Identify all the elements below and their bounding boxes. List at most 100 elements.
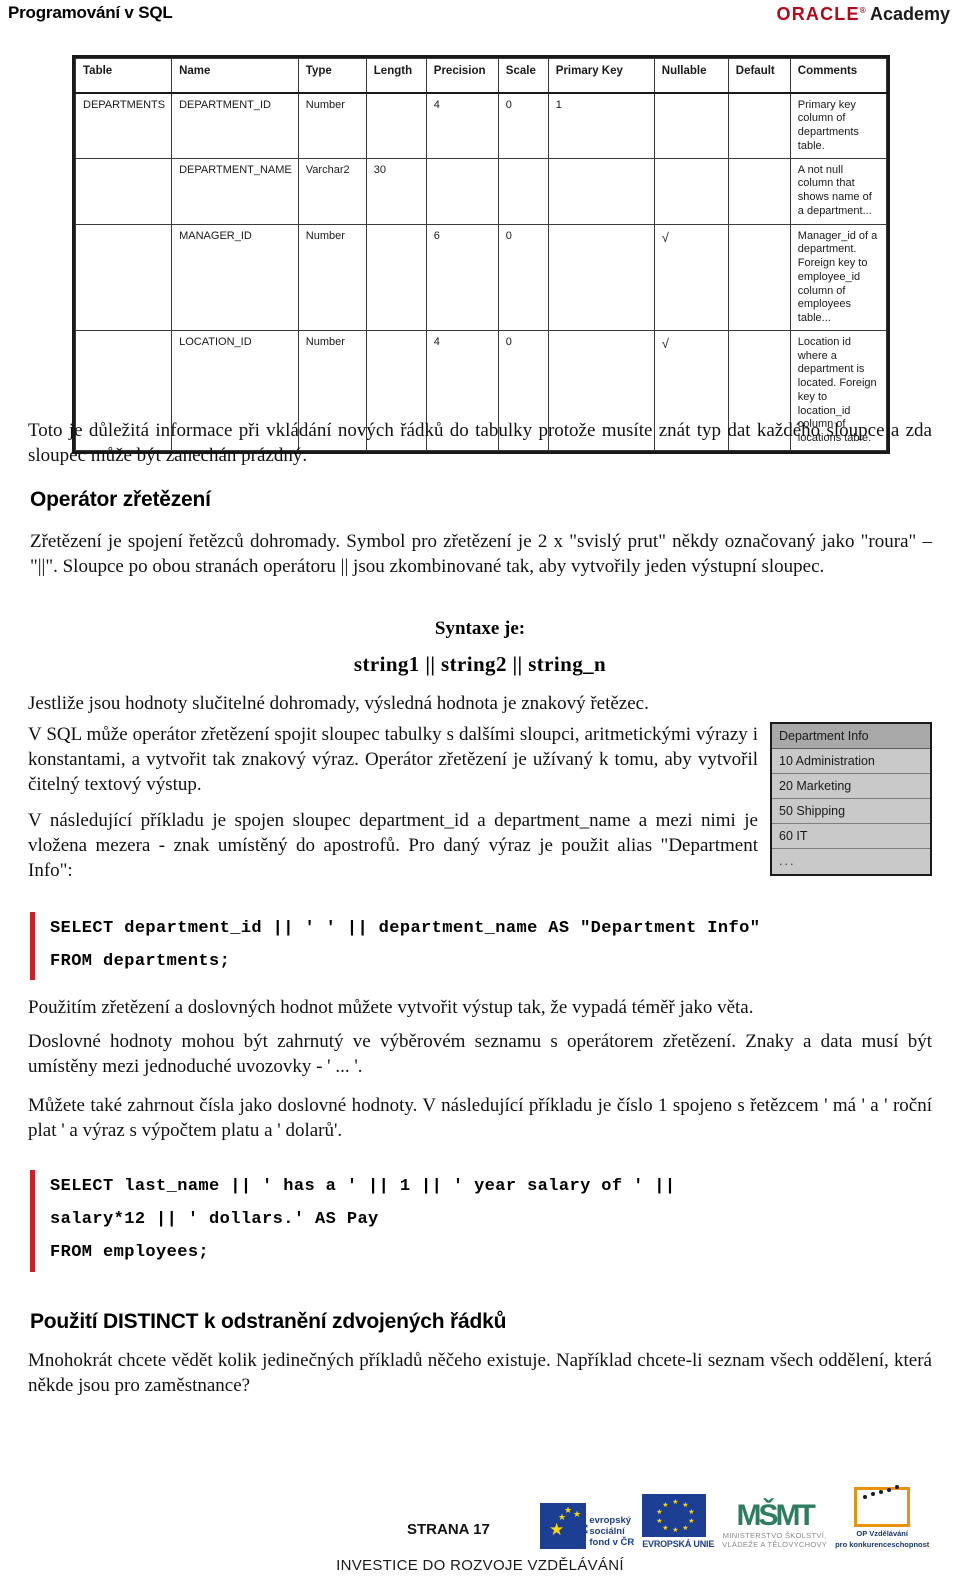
paragraph-after-code-3: Můžete také zahrnout čísla jako doslovné… — [28, 1095, 932, 1142]
column-header-scale: Scale — [497, 58, 549, 94]
academy-wordmark: Academy — [869, 4, 950, 24]
cell-nullable — [653, 92, 729, 159]
paragraph-concat-2: Jestliže jsou hodnoty slučitelné dohroma… — [28, 693, 649, 714]
cell-length — [365, 92, 427, 159]
cell-name: DEPARTMENT_ID — [171, 92, 299, 159]
page-number: STRANA 17 — [407, 1521, 490, 1538]
paragraph-distinct: Mnohokrát chcete vědět kolik jedinečných… — [28, 1350, 932, 1397]
code-line: SELECT last_name || ' has a ' || 1 || ' … — [50, 1177, 676, 1196]
result-header-cell: Department Info — [772, 724, 930, 749]
cell-default — [727, 157, 791, 225]
cell-precision: 4 — [425, 92, 499, 159]
column-header-default: Default — [727, 58, 791, 94]
cell-table — [74, 223, 173, 331]
intro-paragraph: Toto je důležitá informace při vkládání … — [28, 420, 932, 467]
result-row-3: 50 Shipping — [772, 799, 930, 824]
cell-type: Number — [297, 223, 367, 331]
column-header-name: Name — [171, 58, 299, 94]
esf-flag-icon: ★ ★ ★ ★ — [540, 1503, 586, 1549]
sql-code-block-1: SELECT department_id || ' ' || departmen… — [22, 912, 922, 980]
paragraph-concat-4: V následující příkladu je spojen sloupec… — [28, 810, 758, 882]
opvk-caption-line-1: OP Vzdělávání — [856, 1529, 908, 1538]
cell-primary-key — [547, 157, 655, 225]
esf-logo: ★ ★ ★ ★ esf evropský sociální fond v ČR — [540, 1503, 634, 1552]
table-body: DEPARTMENTS DEPARTMENT_ID Number 4 0 1 P… — [74, 92, 888, 451]
table-row: MANAGER_ID Number 6 0 √ Manager_id of a … — [74, 223, 888, 331]
msmt-caption-line-2: VLÁDEŽE A TĚLOVÝCHOVY — [722, 1540, 828, 1549]
code-line: salary*12 || ' dollars.' AS Pay — [50, 1210, 379, 1230]
syntax-code: string1 || string2 || string_n — [353, 652, 607, 676]
cell-length — [365, 223, 427, 331]
code-line: FROM departments; — [50, 952, 231, 972]
cell-name: DEPARTMENT_NAME — [171, 157, 299, 225]
table-row: DEPARTMENT_NAME Varchar2 30 A not null c… — [74, 157, 888, 225]
column-header-table: Table — [74, 58, 173, 94]
cell-primary-key: 1 — [547, 92, 655, 159]
result-row-ellipsis: ... — [772, 849, 930, 874]
column-header-primary-key: Primary Key — [547, 58, 655, 94]
cell-nullable: √ — [653, 223, 729, 331]
cell-type: Number — [297, 92, 367, 159]
investice-slogan: INVESTICE DO ROZVOJE VZDĚLÁVÁNÍ — [336, 1557, 624, 1574]
code-line: SELECT department_id || ' ' || departmen… — [50, 919, 761, 938]
result-row-1: 10 Administration — [772, 749, 930, 774]
paragraph-concat-1: Zřetězení je spojení řetězců dohromady. … — [30, 531, 932, 578]
department-info-result-box: Department Info 10 Administration 20 Mar… — [770, 722, 932, 876]
cell-precision — [425, 157, 499, 225]
page-header: Programování v SQL ORACLE® Academy — [0, 0, 960, 34]
eu-logo: ★ ★ ★ ★ ★ ★ ★ ★ ★ ★ EVROPSKÁ UNIE — [642, 1494, 714, 1549]
cell-length: 30 — [365, 157, 427, 225]
column-definitions-table: Table Name Type Length Precision Scale P… — [74, 58, 888, 451]
esf-caption: evropský sociální fond v ČR — [589, 1515, 634, 1549]
msmt-logo: MŠMT MINISTERSTVO ŠKOLSTVÍ, VLÁDEŽE A TĚ… — [722, 1499, 828, 1550]
cell-scale — [497, 157, 549, 225]
column-header-type: Type — [297, 58, 367, 94]
cell-comments: Primary key column of departments table. — [789, 92, 888, 159]
table-row: DEPARTMENTS DEPARTMENT_ID Number 4 0 1 P… — [74, 92, 888, 159]
table-header: Table Name Type Length Precision Scale P… — [74, 58, 888, 94]
eu-flag-icon: ★ ★ ★ ★ ★ ★ ★ ★ ★ ★ — [642, 1494, 707, 1537]
column-header-comments: Comments — [789, 58, 888, 94]
result-row-4: 60 IT — [772, 824, 930, 849]
cell-scale: 0 — [497, 92, 549, 159]
esf-caption-line-3: fond v ČR — [589, 1537, 635, 1548]
paragraph-after-code-2: Doslovné hodnoty mohou být zahrnutý ve v… — [28, 1031, 932, 1078]
syntax-label: Syntaxe je: — [434, 618, 526, 639]
column-header-length: Length — [365, 58, 427, 94]
cell-default — [727, 223, 791, 331]
cell-type: Varchar2 — [297, 157, 367, 225]
cell-table: DEPARTMENTS — [74, 92, 173, 159]
heading-concat-operator: Operátor zřetězení — [30, 488, 211, 511]
cell-comments: A not null column that shows name of a d… — [789, 157, 888, 225]
eu-caption: EVROPSKÁ UNIE — [642, 1539, 715, 1549]
cell-comments: Manager_id of a department. Foreign key … — [789, 223, 888, 331]
cell-default — [727, 92, 791, 159]
oracle-academy-logo: ORACLE® Academy — [777, 4, 951, 25]
msmt-monogram-icon: MŠMT — [736, 1499, 815, 1532]
paragraph-after-code-1: Použitím zřetězení a doslovných hodnot m… — [28, 997, 754, 1018]
cell-nullable — [653, 157, 729, 225]
paragraph-concat-3: V SQL může operátor zřetězení spojit slo… — [28, 724, 758, 796]
code-line: FROM employees; — [50, 1243, 210, 1263]
cell-primary-key — [547, 223, 655, 331]
registered-trademark-icon: ® — [859, 6, 866, 15]
page-footer: STRANA 17 ★ ★ ★ ★ esf evropský sociální … — [0, 1485, 960, 1580]
result-row-2: 20 Marketing — [772, 774, 930, 799]
opvk-logo: OP Vzdělávání pro konkurenceschopnost — [835, 1485, 930, 1549]
oracle-wordmark: ORACLE — [776, 4, 860, 24]
cell-name: MANAGER_ID — [171, 223, 299, 331]
column-header-precision: Precision — [425, 58, 499, 94]
table-header-row: Table Name Type Length Precision Scale P… — [74, 58, 888, 94]
cell-precision: 6 — [425, 223, 499, 331]
column-definitions-figure: Table Name Type Length Precision Scale P… — [72, 55, 890, 454]
opvk-caption-line-2: pro konkurenceschopnost — [835, 1540, 930, 1549]
esf-caption-line-2: sociální — [589, 1526, 625, 1537]
cell-scale: 0 — [497, 223, 549, 331]
cell-table — [74, 157, 173, 225]
heading-distinct: Použití DISTINCT k odstranění zdvojených… — [30, 1310, 507, 1333]
page-title: Programování v SQL — [8, 3, 173, 22]
funding-logo-strip: ★ ★ ★ ★ esf evropský sociální fond v ČR … — [540, 1485, 930, 1552]
esf-caption-line-1: evropský — [589, 1515, 632, 1526]
column-header-nullable: Nullable — [653, 58, 729, 94]
msmt-caption-line-1: MINISTERSTVO ŠKOLSTVÍ, — [722, 1531, 827, 1540]
